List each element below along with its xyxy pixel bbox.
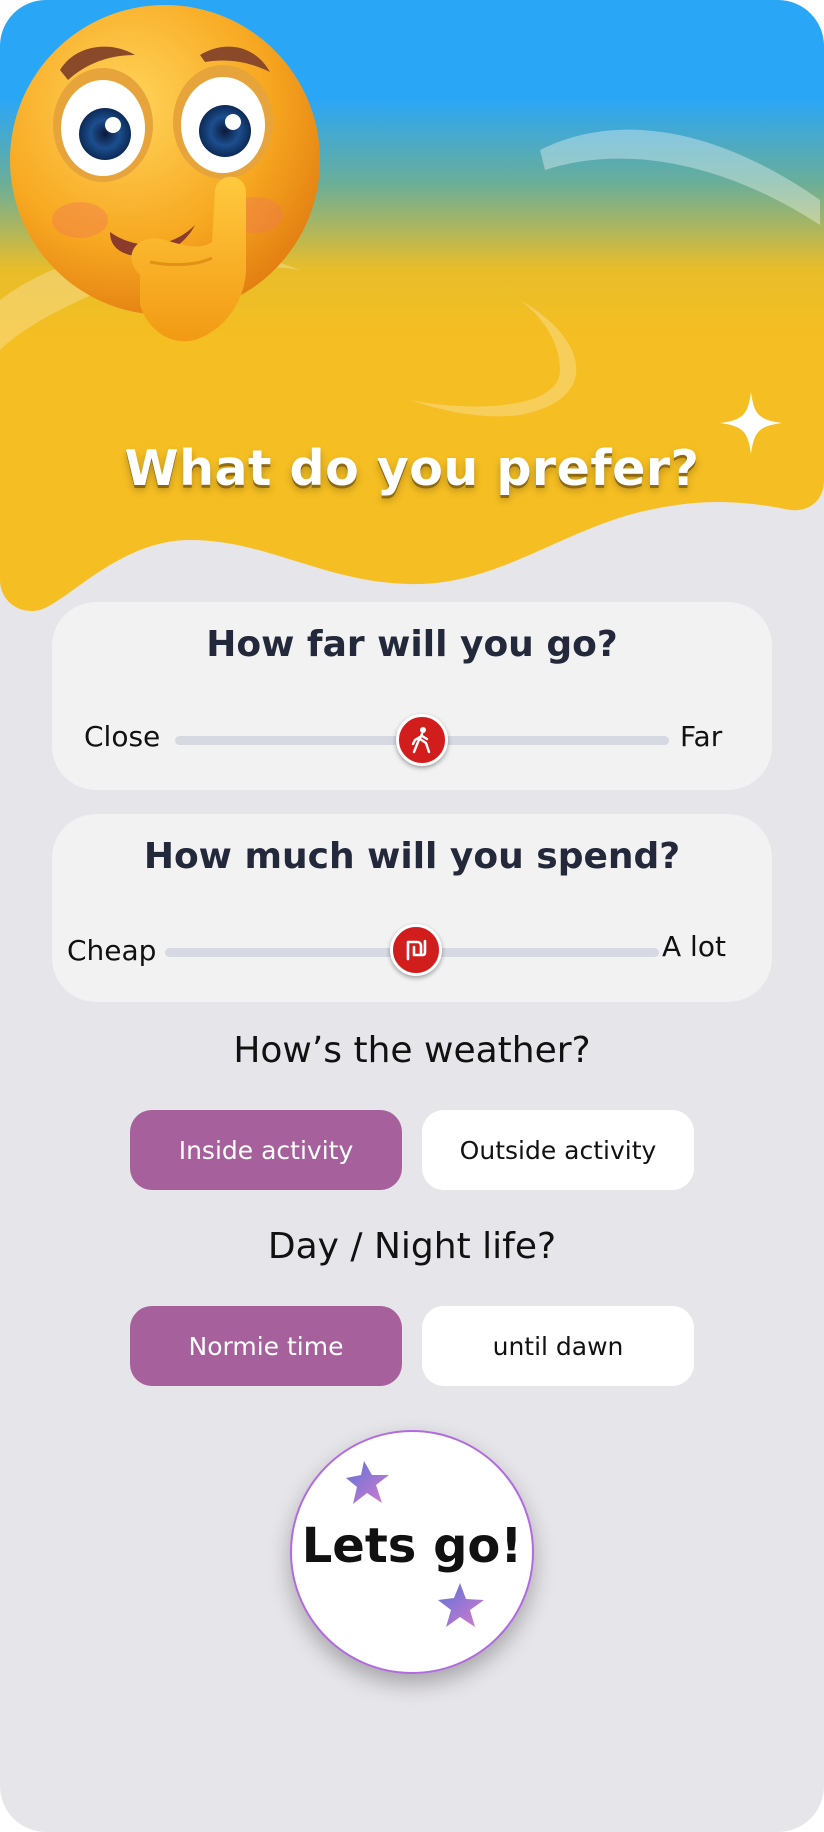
distance-question: How far will you go? xyxy=(206,624,618,665)
budget-slider-thumb[interactable] xyxy=(390,924,442,976)
lets-go-label: Lets go! xyxy=(301,1518,523,1574)
preferences-screen: What do you prefer? How far will you go?… xyxy=(0,0,824,1832)
outside-activity-button[interactable]: Outside activity xyxy=(422,1110,694,1190)
thinking-emoji-icon xyxy=(10,5,320,342)
until-dawn-button[interactable]: until dawn xyxy=(422,1306,694,1386)
weather-question: How’s the weather? xyxy=(233,1030,591,1071)
distance-slider-thumb[interactable] xyxy=(396,714,448,766)
normie-time-button[interactable]: Normie time xyxy=(130,1306,402,1386)
distance-card: How far will you go? Close Far xyxy=(52,602,772,790)
page-title: What do you prefer? xyxy=(124,440,700,497)
walking-person-icon xyxy=(411,727,431,754)
budget-question: How much will you spend? xyxy=(143,836,681,877)
header-banner: What do you prefer? xyxy=(0,0,824,620)
daynight-question: Day / Night life? xyxy=(267,1226,557,1267)
star-icon xyxy=(346,1461,389,1504)
lets-go-button[interactable]: Lets go! xyxy=(290,1430,534,1674)
budget-min-label: Cheap xyxy=(67,934,157,967)
budget-max-label: A lot xyxy=(662,930,726,963)
star-icon xyxy=(438,1583,484,1627)
shekel-icon xyxy=(406,939,427,961)
budget-card: How much will you spend? Cheap A lot xyxy=(52,814,772,1002)
distance-max-label: Far xyxy=(680,720,723,753)
inside-activity-button[interactable]: Inside activity xyxy=(130,1110,402,1190)
distance-min-label: Close xyxy=(84,720,161,753)
